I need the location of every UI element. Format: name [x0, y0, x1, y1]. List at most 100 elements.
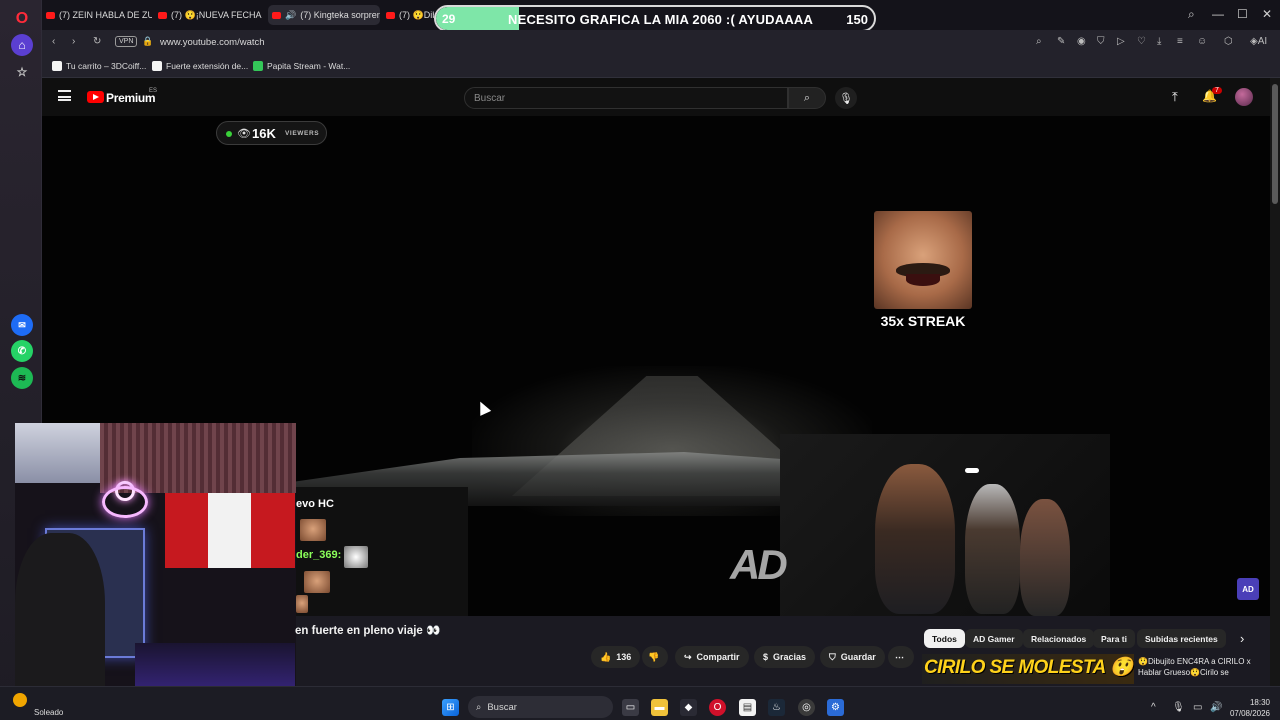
extension-icon[interactable]: ⬡ — [1224, 36, 1233, 47]
windows-start-icon[interactable]: ⊞ — [442, 699, 459, 716]
tab-1[interactable]: (7) ZEIN HABLA DE ZULLY — [42, 5, 152, 25]
clock-time[interactable]: 18:30 — [1230, 698, 1270, 707]
whatsapp-icon[interactable]: ✆ — [11, 340, 33, 362]
dislike-button[interactable]: 👎 — [642, 646, 668, 668]
tab-3[interactable]: 🔊 (7) Kingteka sorprend — [268, 5, 380, 25]
close-icon[interactable]: ✕ — [1262, 7, 1272, 21]
chip-todos[interactable]: Todos — [924, 629, 965, 648]
lock-icon[interactable]: 🔒 — [142, 36, 153, 47]
search-tabs-icon[interactable]: ⌕ — [1188, 7, 1195, 22]
taskbar-search[interactable]: ⌕ Buscar — [468, 696, 613, 718]
reload-icon[interactable]: ↻ — [93, 36, 101, 47]
app-icon[interactable]: ◆ — [680, 699, 697, 716]
page-scrollbar[interactable] — [1270, 78, 1280, 686]
weather-widget[interactable]: Soleado — [34, 708, 63, 717]
save-button[interactable]: ⛉ Guardar — [820, 646, 885, 668]
back-icon[interactable]: ‹ — [52, 36, 55, 47]
bookmark-item[interactable]: Tu carrito – 3DCoiff... — [52, 61, 146, 71]
bookmark-item[interactable]: Fuerte extensión de... — [152, 61, 248, 71]
emote-icon — [344, 546, 368, 568]
clock-date[interactable]: 07/08/2026 — [1222, 709, 1270, 718]
webcam-overlay — [15, 423, 296, 708]
vpn-badge[interactable]: VPN — [115, 36, 138, 47]
camera-icon[interactable]: ◉ — [1077, 36, 1086, 47]
notepad-icon[interactable]: ▤ — [739, 699, 756, 716]
heart-icon[interactable]: ♡ — [1137, 36, 1146, 47]
voice-search-button[interactable]: 🎙 — [835, 87, 857, 109]
emote-icon — [304, 571, 330, 593]
goal-current: 29 — [442, 12, 456, 26]
network-icon[interactable]: ▭ — [1193, 702, 1202, 713]
microphone-icon[interactable]: 🎙 — [1172, 702, 1185, 713]
recommended-title[interactable]: 😲Dibujito ENC4RA a CIRILO x Hablar Grues… — [1138, 656, 1270, 678]
recommended-thumbnail[interactable]: CIRILO SE MOLESTA 😲 — [922, 654, 1134, 684]
streak-emote-image — [874, 211, 972, 309]
search-input[interactable]: Buscar — [464, 87, 788, 109]
chevron-up-icon[interactable]: ^ — [1151, 702, 1156, 713]
thanks-button[interactable]: $ Gracias — [754, 646, 816, 668]
tab-4[interactable]: (7) 😲Dibu — [382, 5, 434, 25]
share-button[interactable]: ↪ Compartir — [675, 646, 749, 668]
speaker-icon: 🔊 — [285, 9, 297, 20]
region-code: ES — [149, 88, 158, 94]
opera-logo-icon[interactable]: O — [11, 8, 33, 30]
task-view-icon[interactable]: ▭ — [622, 699, 639, 716]
messenger-icon[interactable]: ✉ — [11, 314, 33, 336]
youtube-icon — [46, 11, 55, 19]
bookmark-favicon-icon — [152, 61, 162, 71]
url-field[interactable]: www.youtube.com/watch — [160, 37, 265, 48]
address-bar: ‹ › ↻ VPN 🔒 www.youtube.com/watch ⌕ ✎ ◉ … — [42, 30, 1280, 56]
donation-goal-banner: 29 NECESITO GRAFICA LA MIA 2060 :( AYUDA… — [434, 5, 876, 32]
download-icon[interactable]: ⤓ — [1157, 36, 1161, 47]
chat-username: der_369: — [296, 549, 342, 561]
emote-icon — [296, 595, 308, 613]
maximize-icon[interactable]: ☐ — [1237, 7, 1248, 21]
shield-icon[interactable]: ⛉ — [1097, 36, 1105, 47]
tab-2[interactable]: (7) 😲¡NUEVA FECHA par — [154, 5, 264, 25]
sun-icon[interactable] — [13, 693, 27, 707]
settings-gear-icon[interactable]: ⚙ — [827, 699, 844, 716]
chip-ad-gamer[interactable]: AD Gamer — [965, 629, 1023, 648]
scrollbar-thumb[interactable] — [1272, 84, 1278, 204]
bookmarks-bar: Tu carrito – 3DCoiff... Fuerte extensión… — [42, 56, 1280, 78]
chip-relacionados[interactable]: Relacionados — [1023, 629, 1095, 648]
youtube-logo-icon[interactable] — [87, 91, 104, 103]
pinboard-icon[interactable]: ☆ — [11, 61, 33, 83]
search-icon: ⌕ — [476, 701, 482, 713]
chevron-right-icon[interactable]: › — [1240, 631, 1244, 646]
video-title: en fuerte en pleno viaje 👀 — [295, 625, 441, 637]
like-button[interactable]: 👍 136 — [591, 646, 641, 668]
obs-icon[interactable]: ◎ — [798, 699, 815, 716]
home-icon[interactable]: ⌂ — [11, 34, 33, 56]
search-button[interactable]: ⌕ — [788, 87, 826, 109]
minimize-icon[interactable]: — — [1212, 7, 1224, 21]
spotify-icon[interactable]: ≋ — [11, 367, 33, 389]
upload-icon[interactable]: ⤒ — [1172, 89, 1178, 105]
bookmark-icon: ⛉ — [829, 651, 836, 662]
profile-icon[interactable]: ☺ — [1197, 36, 1207, 47]
forward-icon[interactable]: › — [72, 36, 75, 47]
streamer — [15, 533, 105, 708]
file-explorer-icon[interactable]: ▬ — [651, 699, 668, 716]
opera-browser-icon[interactable]: O — [709, 699, 726, 716]
steam-icon[interactable]: ♨ — [768, 699, 785, 716]
bookmark-favicon-icon — [253, 61, 263, 71]
edit-icon[interactable]: ✎ — [1057, 36, 1065, 47]
avatar[interactable] — [1235, 88, 1253, 106]
peru-flag — [165, 493, 295, 568]
aria-icon[interactable]: ◈AI — [1250, 36, 1267, 47]
zoom-icon[interactable]: ⌕ — [1036, 36, 1042, 47]
play-icon[interactable]: ▷ — [1117, 36, 1125, 47]
channel-branding-icon[interactable]: AD — [1237, 578, 1259, 600]
chip-para-ti[interactable]: Para ti — [1093, 629, 1135, 648]
volume-icon[interactable]: 🔊 — [1210, 702, 1222, 713]
menu-icon[interactable]: ≡ — [1177, 36, 1183, 47]
windows-taskbar: Soleado ⊞ ⌕ Buscar ▭ ▬ ◆ O ▤ ♨ ◎ ⚙ ^ 🎙 ▭ … — [0, 686, 1280, 720]
streak-label: 35x STREAK — [880, 313, 966, 329]
more-actions-button[interactable]: ⋯ — [888, 646, 914, 668]
emote-icon — [300, 519, 326, 541]
bookmark-item[interactable]: Papita Stream - Wat... — [253, 61, 350, 71]
youtube-premium-logo[interactable]: Premium — [106, 91, 156, 105]
hamburger-menu-icon[interactable] — [58, 90, 71, 101]
chip-subidas-recientes[interactable]: Subidas recientes — [1137, 629, 1226, 648]
